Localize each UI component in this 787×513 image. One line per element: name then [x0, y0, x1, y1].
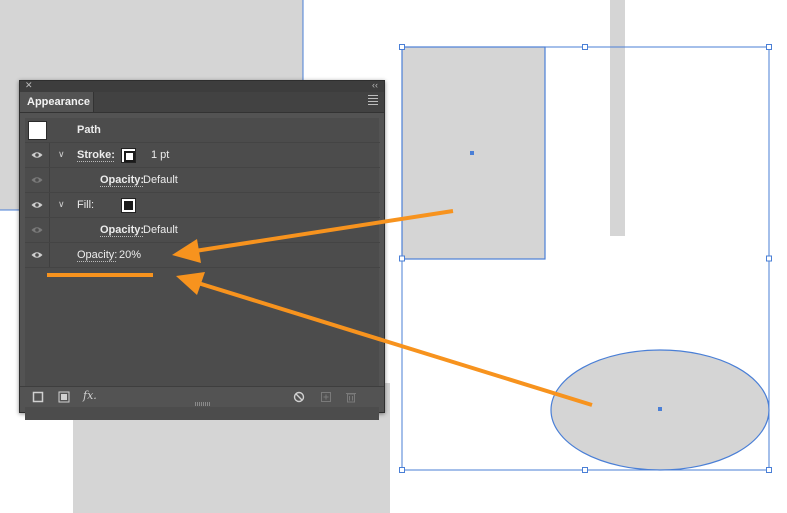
path-thumbnail: [28, 121, 47, 140]
handle-bottom-left[interactable]: [399, 467, 405, 473]
object-opacity-row[interactable]: Opacity: 20%: [25, 243, 380, 268]
stroke-label[interactable]: Stroke:: [77, 143, 115, 167]
stroke-weight-value[interactable]: 1 pt: [151, 143, 169, 167]
handle-bottom-middle[interactable]: [582, 467, 588, 473]
handle-bottom-right[interactable]: [766, 467, 772, 473]
handle-middle-left[interactable]: [399, 255, 405, 262]
stroke-swatch-icon[interactable]: [121, 148, 136, 163]
handle-top-right[interactable]: [766, 44, 772, 50]
eye-icon: [31, 252, 43, 258]
eye-icon: [31, 152, 43, 158]
delete-item-icon[interactable]: [345, 391, 357, 403]
path-label: Path: [77, 124, 101, 136]
fill-opacity-visibility-toggle[interactable]: [25, 218, 50, 242]
appearance-list: Path ∨ Stroke: 1 pt Opacity: Default ∨ F…: [25, 118, 380, 420]
eye-icon: [31, 227, 43, 233]
stroke-opacity-value: Default: [143, 174, 178, 186]
fill-visibility-toggle[interactable]: [25, 193, 50, 217]
panel-resize-grip[interactable]: [195, 402, 211, 406]
selected-rectangle[interactable]: [401, 46, 546, 260]
fill-label[interactable]: Fill:: [77, 193, 94, 217]
handle-top-middle[interactable]: [582, 44, 588, 50]
panel-title-bar[interactable]: ✕ ‹‹: [20, 80, 384, 92]
handle-middle-right[interactable]: [766, 255, 772, 262]
canvas-shape-tall-bar: [610, 0, 625, 236]
stroke-opacity-visibility-toggle[interactable]: [25, 168, 50, 192]
ellipse-center-point: [658, 407, 662, 411]
fill-opacity-row[interactable]: Opacity: Default: [25, 218, 380, 243]
selected-ellipse[interactable]: [550, 349, 770, 471]
handle-top-left[interactable]: [399, 44, 405, 50]
fill-opacity-label[interactable]: Opacity:: [100, 218, 144, 242]
stroke-opacity-row[interactable]: Opacity: Default: [25, 168, 380, 193]
add-effect-icon[interactable]: fx.: [83, 389, 97, 402]
stroke-row[interactable]: ∨ Stroke: 1 pt: [25, 143, 380, 168]
add-new-stroke-icon[interactable]: [32, 391, 44, 403]
close-panel-icon[interactable]: ✕: [25, 80, 33, 91]
appearance-panel: ✕ ‹‹ Appearance Path ∨ Stroke: 1 pt Opac…: [19, 80, 385, 420]
stroke-opacity-label[interactable]: Opacity:: [100, 168, 144, 192]
panel-tab-strip: Appearance: [20, 92, 384, 113]
panel-bottom-toolbar: fx.: [20, 386, 384, 407]
bounding-box-handles: [399, 44, 772, 473]
path-row[interactable]: Path: [25, 118, 380, 143]
fill-row[interactable]: ∨ Fill:: [25, 193, 380, 218]
stroke-expand-chevron-icon[interactable]: ∨: [58, 149, 65, 160]
eye-icon: [31, 202, 43, 208]
object-opacity-label[interactable]: Opacity:: [77, 243, 117, 267]
fill-opacity-value: Default: [143, 224, 178, 236]
object-opacity-value: 20%: [119, 249, 142, 261]
fill-swatch-icon[interactable]: [121, 198, 136, 213]
selection-bounding-box: [401, 46, 770, 471]
add-new-fill-icon[interactable]: [58, 391, 70, 403]
duplicate-item-icon[interactable]: [320, 391, 332, 403]
tab-appearance[interactable]: Appearance: [20, 92, 94, 112]
collapse-panel-icon[interactable]: ‹‹: [372, 80, 378, 91]
rectangle-center-point: [470, 151, 474, 155]
panel-menu-icon[interactable]: [368, 95, 378, 107]
object-opacity-visibility-toggle[interactable]: [25, 243, 50, 267]
stroke-visibility-toggle[interactable]: [25, 143, 50, 167]
fill-expand-chevron-icon[interactable]: ∨: [58, 199, 65, 210]
eye-icon: [31, 177, 43, 183]
clear-appearance-icon[interactable]: [293, 391, 305, 403]
